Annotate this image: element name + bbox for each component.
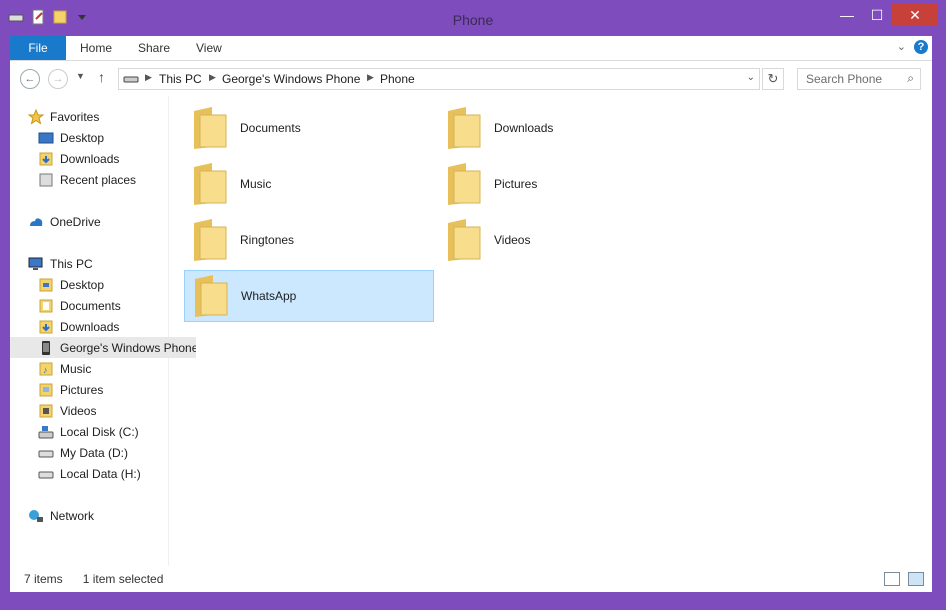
desktop-icon: [38, 132, 54, 143]
drive-icon: [38, 450, 54, 457]
breadcrumb-phone[interactable]: Phone: [380, 72, 415, 86]
videos-folder-icon: [39, 404, 53, 417]
address-bar[interactable]: ▶ This PC ▶ George's Windows Phone ▶ Pho…: [118, 68, 760, 90]
star-icon: [28, 108, 44, 125]
navigation-pane: Favorites Desktop Downloads Recent place…: [10, 96, 196, 566]
view-switcher: [884, 572, 924, 586]
nav-fav-recent-places[interactable]: Recent places: [10, 169, 196, 190]
tab-file[interactable]: File: [10, 36, 66, 60]
recent-places-icon: [39, 173, 53, 186]
details-view-icon[interactable]: [884, 572, 900, 586]
minimize-button[interactable]: —: [832, 4, 862, 26]
network-icon: [29, 509, 43, 522]
expand-ribbon-icon[interactable]: ⌄: [897, 40, 906, 53]
ribbon: File Home Share View ⌄ ?: [10, 36, 932, 61]
breadcrumb-arrow-icon[interactable]: ▶: [367, 72, 374, 83]
search-box[interactable]: Search Phone ⌕: [797, 68, 921, 90]
breadcrumb-arrow-icon[interactable]: ▶: [145, 72, 152, 83]
svg-text:♪: ♪: [43, 365, 48, 375]
documents-folder-icon: [39, 299, 53, 312]
folder-icon: [194, 219, 227, 261]
breadcrumb-this-pc[interactable]: This PC: [159, 72, 202, 86]
selection-count: 1 item selected: [82, 572, 164, 586]
folder-icon: [195, 275, 228, 317]
computer-icon: [28, 257, 43, 270]
navigation-bar: ← → ▼ ↑ ▶ This PC ▶ George's Windows Pho…: [10, 61, 932, 95]
phone-drive-icon: [123, 76, 139, 83]
explorer-window: Phone — ☐ ✕ File Home Share View ⌄ ? ← →…: [0, 0, 946, 610]
nav-desktop[interactable]: Desktop: [10, 274, 196, 295]
breadcrumb-phone-device[interactable]: George's Windows Phone: [222, 72, 360, 86]
search-input[interactable]: Search Phone: [806, 72, 882, 86]
folder-whatsapp[interactable]: WhatsApp: [184, 270, 434, 322]
maximize-button[interactable]: ☐: [862, 4, 892, 26]
nav-local-disk-c[interactable]: Local Disk (C:): [10, 421, 196, 442]
nav-downloads[interactable]: Downloads: [10, 316, 196, 337]
folder-videos[interactable]: Videos: [438, 214, 688, 266]
window-controls: — ☐ ✕: [832, 4, 938, 26]
large-icons-view-icon[interactable]: [908, 572, 924, 586]
downloads-folder-icon: [39, 320, 53, 333]
up-button[interactable]: ↑: [98, 69, 105, 85]
breadcrumb-arrow-icon[interactable]: ▶: [209, 72, 216, 83]
window-title: Phone: [452, 12, 494, 28]
item-count: 7 items: [24, 572, 63, 586]
downloads-folder-icon: [39, 152, 53, 165]
music-folder-icon: ♪: [39, 362, 53, 375]
nav-fav-desktop[interactable]: Desktop: [10, 127, 196, 148]
folder-music[interactable]: Music: [184, 158, 434, 210]
forward-button[interactable]: →: [48, 69, 68, 89]
title-bar: Phone — ☐ ✕: [0, 0, 946, 36]
explorer-content: File Home Share View ⌄ ? ← → ▼ ↑ ▶ This …: [10, 36, 932, 592]
search-icon[interactable]: ⌕: [907, 71, 914, 86]
folder-icon: [194, 163, 227, 205]
nav-pictures[interactable]: Pictures: [10, 379, 196, 400]
folder-documents[interactable]: Documents: [184, 102, 434, 154]
file-list: Documents Downloads Music Pictures Ringt…: [178, 96, 918, 566]
nav-network[interactable]: Network: [10, 505, 186, 526]
tab-share[interactable]: Share: [138, 36, 170, 60]
folder-icon: [194, 107, 227, 149]
drive-icon: [38, 471, 54, 478]
help-icon[interactable]: ?: [914, 40, 928, 54]
nav-documents[interactable]: Documents: [10, 295, 196, 316]
status-bar: 7 items 1 item selected: [10, 566, 932, 592]
nav-fav-downloads[interactable]: Downloads: [10, 148, 196, 169]
back-button[interactable]: ←: [20, 69, 40, 89]
system-drive-icon: [38, 425, 54, 438]
folder-icon: [448, 107, 481, 149]
tab-home[interactable]: Home: [80, 36, 112, 60]
nav-music[interactable]: ♪ Music: [10, 358, 196, 379]
folder-downloads[interactable]: Downloads: [438, 102, 688, 154]
nav-my-data-d[interactable]: My Data (D:): [10, 442, 196, 463]
refresh-button[interactable]: ↻: [762, 68, 784, 90]
tab-view[interactable]: View: [196, 36, 222, 60]
nav-videos[interactable]: Videos: [10, 400, 196, 421]
nav-onedrive[interactable]: OneDrive: [10, 211, 186, 232]
nav-local-data-h[interactable]: Local Data (H:): [10, 463, 196, 484]
nav-phone-device[interactable]: George's Windows Phone: [10, 337, 196, 358]
address-dropdown-icon[interactable]: ⌄: [747, 72, 755, 83]
folder-ringtones[interactable]: Ringtones: [184, 214, 434, 266]
folder-icon: [448, 219, 481, 261]
onedrive-icon: [30, 217, 43, 226]
nav-this-pc[interactable]: This PC: [10, 253, 186, 274]
phone-icon: [42, 340, 50, 355]
close-button[interactable]: ✕: [892, 4, 938, 26]
nav-favorites[interactable]: Favorites: [10, 106, 186, 127]
desktop-folder-icon: [39, 278, 53, 291]
recent-locations-icon[interactable]: ▼: [76, 71, 85, 81]
folder-icon: [448, 163, 481, 205]
pictures-folder-icon: [39, 383, 53, 396]
folder-pictures[interactable]: Pictures: [438, 158, 688, 210]
